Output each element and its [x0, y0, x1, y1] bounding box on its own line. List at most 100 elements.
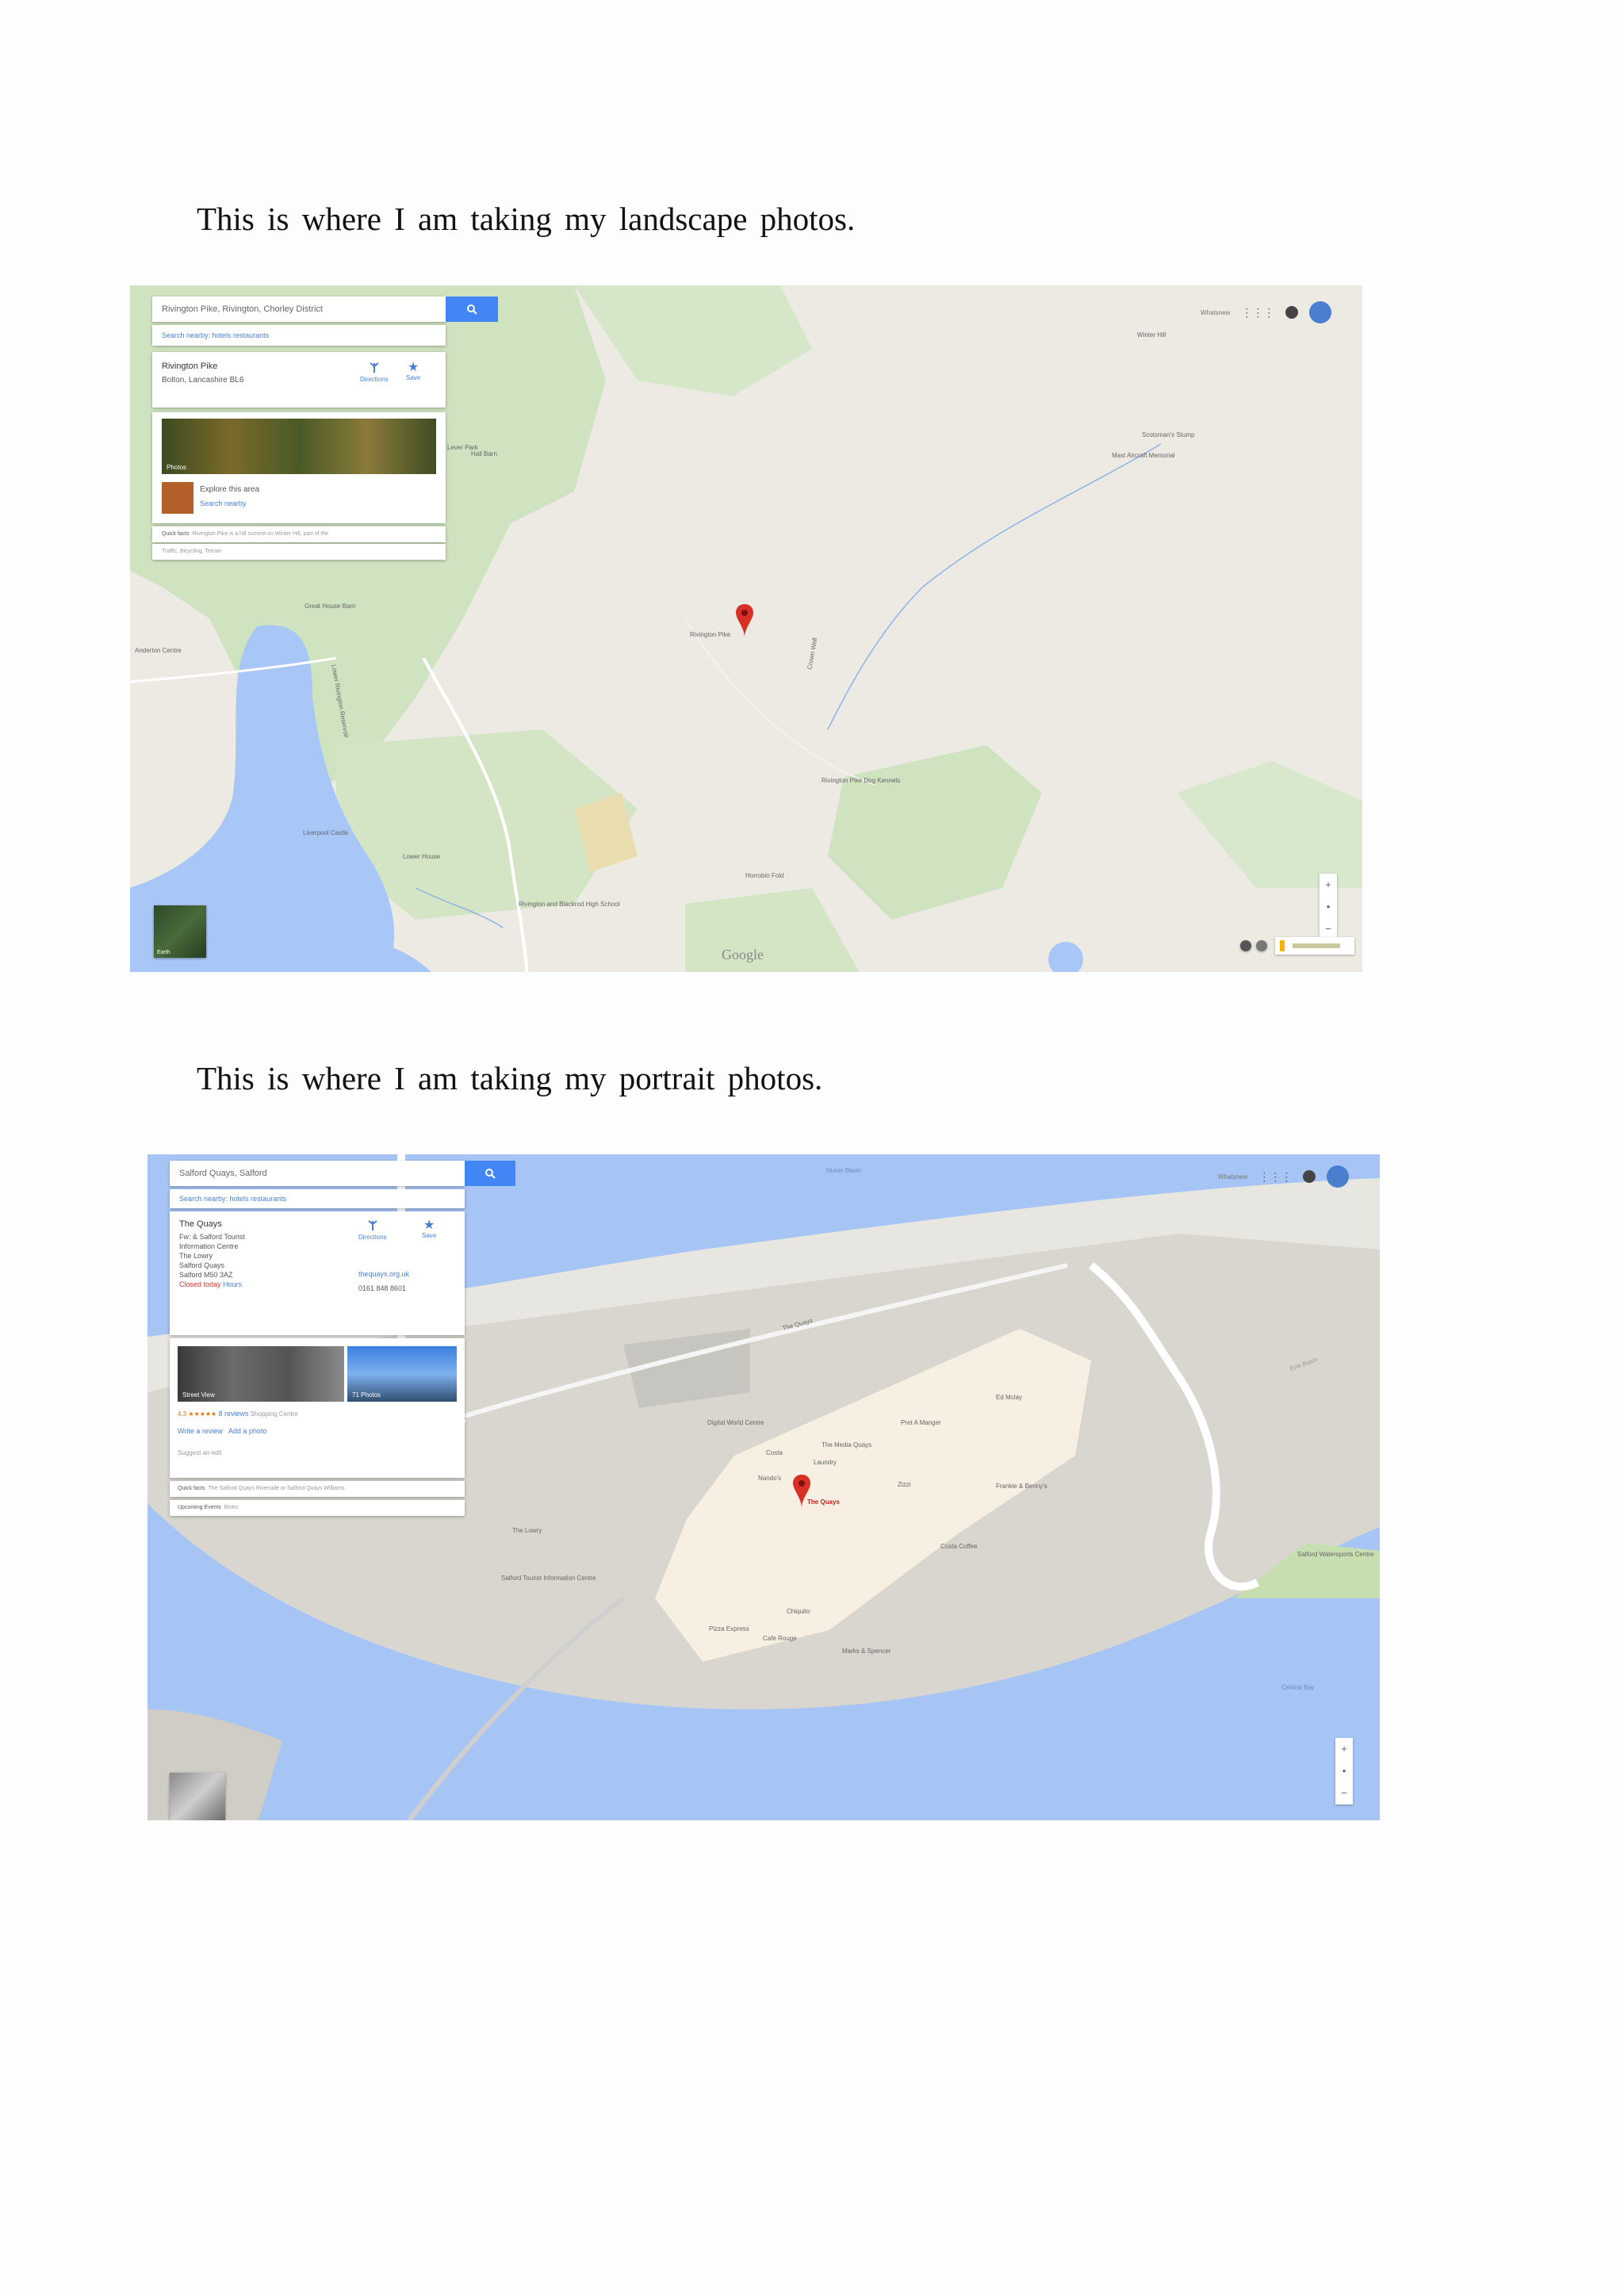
star-icon: ★ [423, 1219, 435, 1232]
save-button[interactable]: ★ Save [406, 362, 421, 382]
map-label: Digital World Centre [707, 1419, 764, 1426]
search-input[interactable]: Rivington Pike, Rivington, Chorley Distr… [152, 297, 446, 322]
upcoming-events-text: Bistro [224, 1505, 239, 1510]
photos-thumbnail[interactable]: 71 Photos [347, 1346, 457, 1402]
map-label: Hall Barn [471, 450, 497, 457]
avatar[interactable] [1309, 301, 1332, 323]
place-card: Rivington Pike Bolton, Lancashire BL6 Di… [152, 352, 446, 408]
write-review-link[interactable]: Write a review [178, 1427, 223, 1435]
phone-number[interactable]: 0161 848 8601 [358, 1284, 406, 1292]
map-label: Lower House [403, 853, 441, 860]
save-label: Save [406, 374, 421, 381]
add-photo-link[interactable]: Add a photo [228, 1427, 267, 1435]
rating-row: 4.3 ★★★★★ 8 reviews Shopping Centre [178, 1410, 298, 1418]
map-label: Chiquito [787, 1608, 810, 1615]
address-line: Salford M50 3AZ [179, 1271, 233, 1279]
notifications-icon[interactable] [1285, 306, 1299, 319]
portrait-map[interactable]: Salford Quays, Salford Search nearby: ho… [147, 1154, 1380, 1820]
traffic-row[interactable]: Traffic, Bicycling, Terrain [152, 544, 446, 560]
landscape-map[interactable]: Rivington Pike, Rivington, Chorley Distr… [130, 285, 1362, 972]
map-label: Frankie & Benny's [996, 1483, 1048, 1490]
place-address: Fw: & Salford Tourist Information Centre… [179, 1232, 245, 1289]
nearby-row[interactable]: Search nearby: hotels restaurants [152, 325, 446, 346]
zoom-center-button[interactable]: • [1327, 896, 1331, 918]
quick-facts-row: Quick facts The Salford Quays Riverside … [170, 1481, 465, 1497]
zoom-controls: + • − [1320, 874, 1337, 940]
map-label: Salford Watersports Centre [1297, 1551, 1374, 1558]
search-icon [485, 1169, 496, 1179]
map-label: Huron Basin [826, 1167, 862, 1174]
notifications-icon[interactable] [1303, 1170, 1316, 1183]
earth-label: Earth [157, 950, 170, 955]
earth-view-toggle[interactable]: Earth [154, 905, 206, 958]
zoom-center-button[interactable]: • [1342, 1760, 1346, 1782]
directions-button[interactable]: Directions [358, 1219, 387, 1241]
pin-label: The Quays [807, 1498, 840, 1506]
quick-facts-title: Quick facts [178, 1486, 205, 1491]
map-label: Pret A Manger [901, 1419, 941, 1426]
photos-card: Street View 71 Photos 4.3 ★★★★★ 8 review… [170, 1338, 465, 1478]
map-label: Nando's [758, 1475, 782, 1482]
website-link[interactable]: thequays.org.uk [358, 1270, 409, 1278]
apps-grid-icon[interactable]: ⋮⋮⋮ [1241, 306, 1274, 320]
rating-value: 4.3 [178, 1410, 187, 1418]
street-view-label: Street View [182, 1391, 215, 1399]
zoom-out-button[interactable]: − [1341, 1782, 1347, 1804]
zoom-in-button[interactable]: + [1341, 1738, 1347, 1760]
earth-view-toggle[interactable] [170, 1773, 225, 1820]
explore-area-link[interactable]: Explore this area [200, 485, 259, 494]
search-input[interactable]: Salford Quays, Salford [170, 1161, 465, 1186]
settings-icon[interactable] [1256, 940, 1267, 951]
map-label: The Media Quays [822, 1441, 872, 1448]
save-label: Save [422, 1232, 437, 1239]
upcoming-events-row[interactable]: Upcoming Events Bistro [170, 1500, 465, 1516]
quick-facts-text: Rivington Pike is a hill summit on Winte… [192, 531, 329, 537]
hours-link[interactable]: Hours [223, 1280, 242, 1288]
directions-label: Directions [360, 376, 389, 383]
directions-icon [370, 362, 379, 373]
avatar[interactable] [1327, 1165, 1350, 1188]
map-label: Central Bay [1281, 1684, 1315, 1691]
reviews-link[interactable]: 8 reviews [218, 1410, 248, 1418]
whatsnew-link[interactable]: Whatsnew [1218, 1173, 1247, 1181]
map-label: Zizzi [898, 1481, 911, 1488]
review-actions: Write a review Add a photo [178, 1427, 266, 1435]
save-button[interactable]: ★ Save [422, 1219, 437, 1240]
map-label: Marks & Spencer [842, 1647, 891, 1655]
place-name: Rivington Pike [162, 362, 218, 371]
map-label: Liverpool Castle [303, 829, 349, 836]
search-button[interactable] [465, 1161, 515, 1186]
map-label: The Lowry [512, 1527, 542, 1534]
map-label: Great House Barn [304, 603, 356, 610]
apps-grid-icon[interactable]: ⋮⋮⋮ [1258, 1170, 1292, 1184]
search-button[interactable] [446, 297, 498, 322]
google-logo: Google [722, 947, 764, 962]
nearby-row[interactable]: Search nearby: hotels restaurants [170, 1189, 465, 1208]
pegman-icon[interactable] [1280, 940, 1285, 951]
directions-button[interactable]: Directions [360, 362, 389, 383]
map-label: Rivington Pike Dog Kennels [822, 777, 901, 784]
map-label: Rivington and Blackrod High School [519, 901, 620, 908]
search-nearby-link[interactable]: Search nearby: hotels restaurants [179, 1195, 286, 1203]
map-label: Ed Mclay [996, 1394, 1022, 1401]
photo-strip[interactable]: Photos [162, 419, 436, 474]
place-card: The Quays Fw: & Salford Tourist Informat… [170, 1211, 465, 1335]
street-view-thumbnail[interactable]: Street View [178, 1346, 344, 1402]
search-icon [467, 304, 477, 315]
suggest-edit-link[interactable]: Suggest an edit [178, 1449, 222, 1456]
whatsnew-link[interactable]: Whatsnew [1201, 309, 1230, 316]
category-text: Shopping Centre [250, 1410, 298, 1418]
map-label: Cafe Rouge [763, 1635, 797, 1642]
photos-label: Photos [167, 464, 186, 471]
directions-icon [368, 1220, 377, 1230]
directions-label: Directions [358, 1234, 387, 1241]
rating-stars-icon: ★★★★★ [188, 1410, 217, 1418]
help-icon[interactable] [1240, 940, 1251, 951]
location-pin-icon [736, 604, 753, 637]
map-label: Costa Coffee [940, 1543, 978, 1550]
portrait-caption: This is where I am taking my portrait ph… [197, 1060, 823, 1096]
quick-facts-text: The Salford Quays Riverside or Salford Q… [208, 1486, 345, 1491]
zoom-in-button[interactable]: + [1325, 874, 1331, 896]
search-nearby-small-link[interactable]: Search nearby [200, 499, 247, 507]
search-nearby-link[interactable]: Search nearby: hotels restaurants [162, 331, 269, 339]
